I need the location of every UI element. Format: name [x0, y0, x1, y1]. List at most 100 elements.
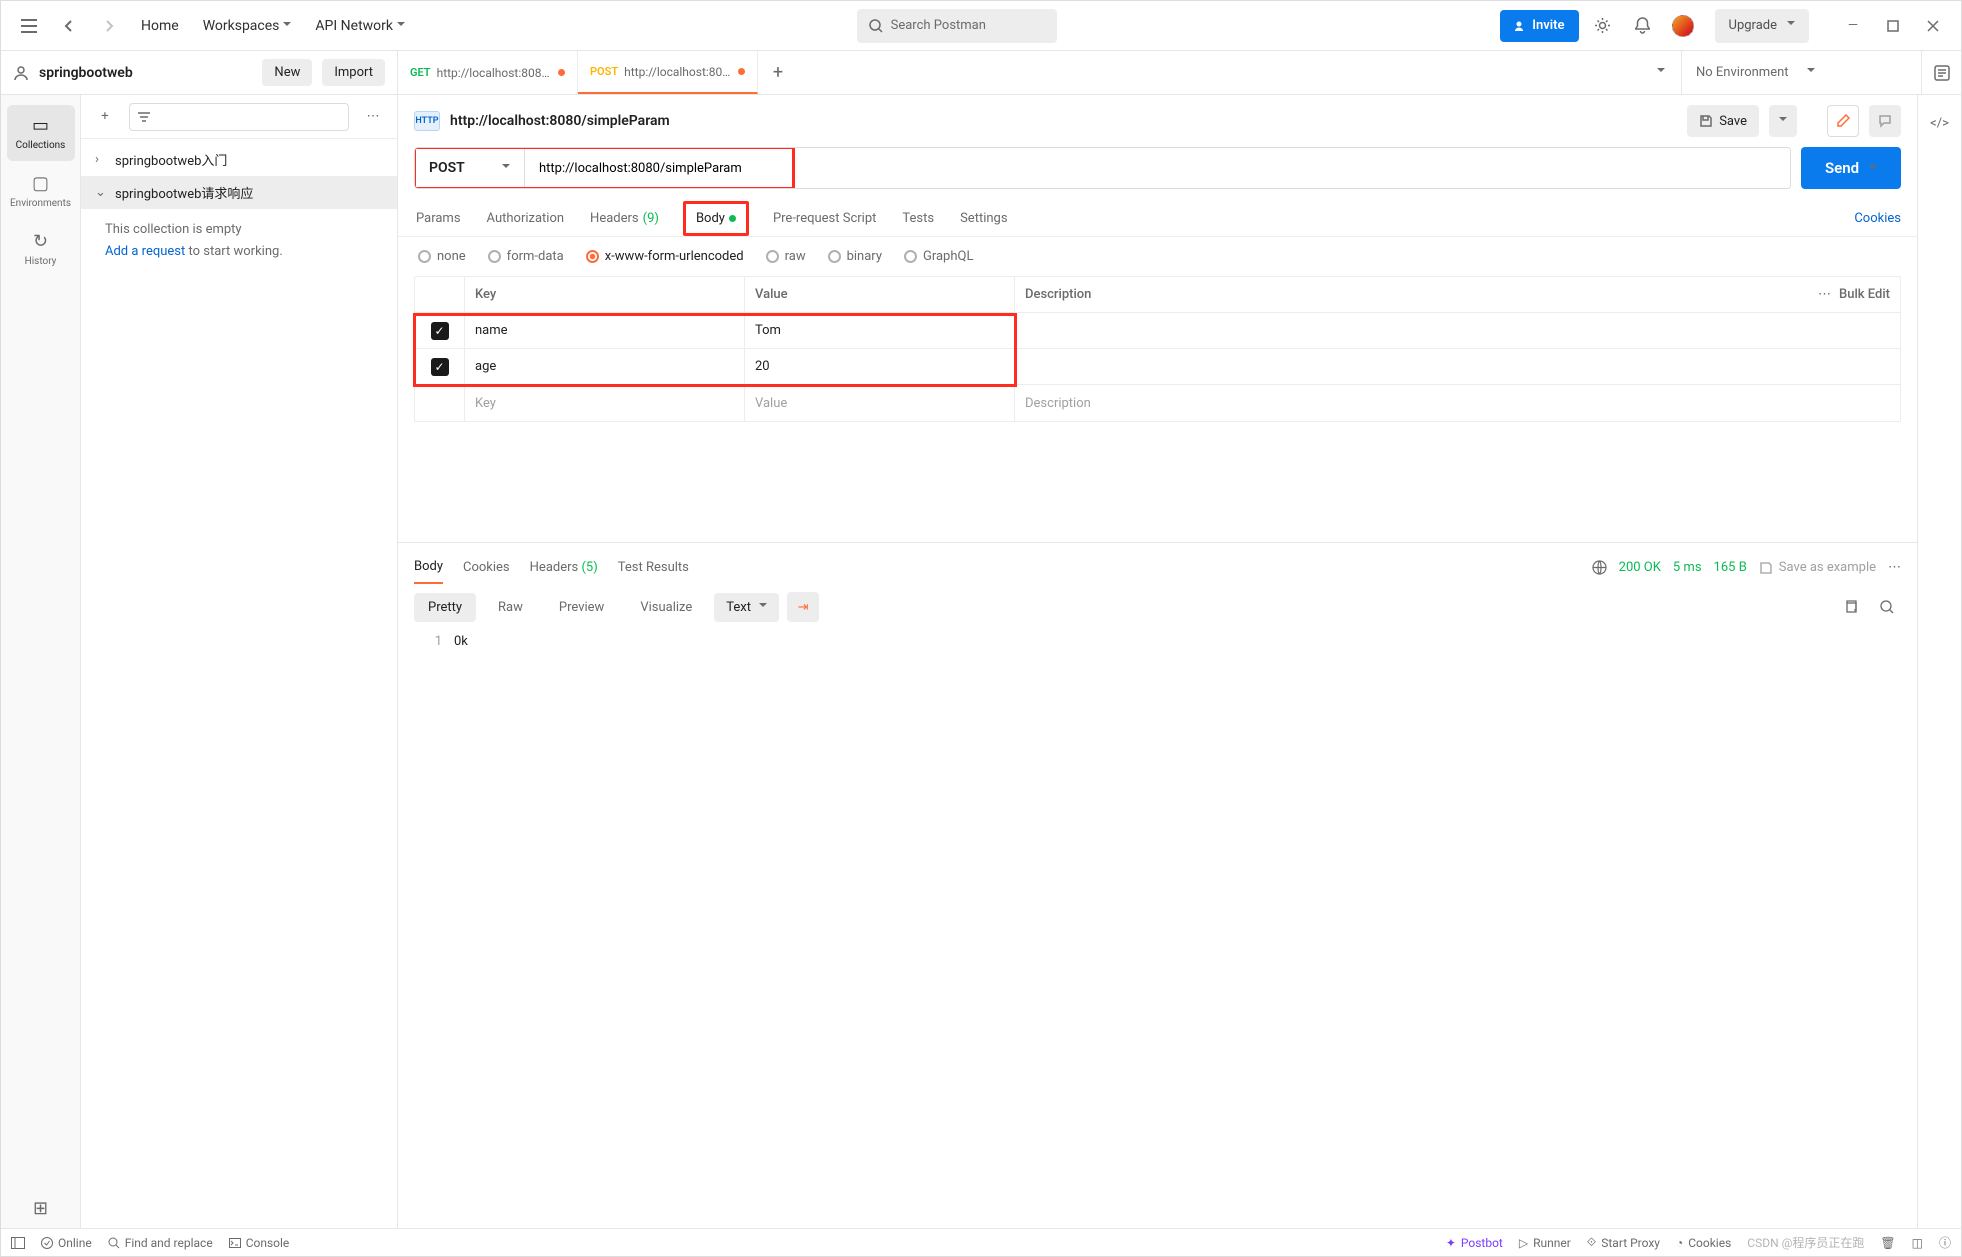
rail-collections[interactable]: ▭Collections — [7, 105, 75, 161]
back-icon[interactable] — [53, 10, 85, 42]
trash-icon[interactable]: 🗑 — [1880, 1234, 1895, 1251]
wrap-lines-icon[interactable]: ⇥ — [787, 592, 819, 622]
radio-formdata[interactable]: form-data — [488, 249, 564, 264]
nav-api-network[interactable]: API Network — [307, 12, 413, 40]
tab-prerequest[interactable]: Pre-request Script — [771, 201, 878, 236]
dirty-dot-icon — [558, 69, 565, 76]
code-icon[interactable]: </> — [1926, 109, 1954, 137]
search-response-icon[interactable] — [1873, 593, 1901, 621]
radio-graphql[interactable]: GraphQL — [904, 249, 973, 264]
start-proxy[interactable]: ⟐Start Proxy — [1587, 1234, 1660, 1251]
checkbox-icon[interactable]: ✓ — [431, 322, 449, 340]
new-tab-button[interactable]: + — [758, 51, 798, 94]
resp-tab-headers[interactable]: Headers (5) — [530, 552, 598, 583]
language-select[interactable]: Text — [714, 593, 779, 622]
tab-body[interactable]: Body — [683, 201, 749, 236]
view-pretty[interactable]: Pretty — [414, 593, 476, 622]
runner[interactable]: ▷Runner — [1519, 1234, 1571, 1251]
tree-item[interactable]: ›springbootweb入门 — [81, 143, 397, 176]
tab-get-request[interactable]: GET http://localhost:8080/si — [398, 51, 578, 94]
desc-cell[interactable] — [1015, 313, 1900, 348]
copy-icon[interactable] — [1837, 593, 1865, 621]
radio-urlencoded[interactable]: x-www-form-urlencoded — [586, 249, 744, 264]
more-icon[interactable]: ⋯ — [359, 103, 387, 131]
menu-icon[interactable] — [13, 10, 45, 42]
resp-tab-cookies[interactable]: Cookies — [463, 552, 510, 583]
nav-workspaces[interactable]: Workspaces — [195, 12, 300, 40]
view-raw[interactable]: Raw — [484, 593, 537, 622]
console[interactable]: Console — [229, 1236, 290, 1250]
resp-tab-tests[interactable]: Test Results — [618, 552, 689, 583]
status-online[interactable]: Online — [41, 1236, 92, 1250]
key-cell[interactable]: age — [465, 349, 745, 384]
checkbox-icon[interactable]: ✓ — [431, 358, 449, 376]
avatar[interactable] — [1667, 10, 1699, 42]
settings-icon[interactable] — [1587, 10, 1619, 42]
value-input[interactable]: Value — [745, 385, 1015, 421]
layout-icon[interactable]: ◫ — [1912, 1234, 1923, 1251]
response-body[interactable]: 1 0k — [398, 630, 1917, 1228]
tab-post-request[interactable]: POST http://localhost:8080/s — [578, 51, 758, 94]
radio-none[interactable]: none — [418, 249, 466, 264]
help-icon[interactable]: ⓘ — [1939, 1234, 1951, 1251]
url-input[interactable] — [525, 148, 1790, 188]
cookies-status[interactable]: ◔Cookies — [1676, 1234, 1731, 1251]
resp-tab-body[interactable]: Body — [414, 551, 443, 584]
sidebar-toggle-icon[interactable] — [11, 1237, 25, 1249]
chevron-down-icon — [502, 160, 510, 176]
view-preview[interactable]: Preview — [545, 593, 618, 622]
save-example-button[interactable]: Save as example — [1759, 560, 1876, 575]
tree-item[interactable]: ⌄springbootweb请求响应 — [81, 176, 397, 209]
tab-settings[interactable]: Settings — [958, 201, 1009, 236]
more-options-icon[interactable]: ⋯ — [1818, 287, 1831, 302]
tab-headers[interactable]: Headers (9) — [588, 201, 661, 236]
invite-button[interactable]: Invite — [1500, 10, 1578, 42]
tab-auth[interactable]: Authorization — [485, 201, 567, 236]
workspace-name[interactable]: springbootweb — [39, 65, 252, 81]
notifications-icon[interactable] — [1627, 10, 1659, 42]
radio-raw[interactable]: raw — [766, 249, 806, 264]
request-title[interactable]: http://localhost:8080/simpleParam — [450, 113, 1677, 129]
desc-input[interactable]: Description — [1015, 385, 1900, 421]
desc-cell[interactable] — [1015, 349, 1900, 384]
method-select[interactable]: POST — [415, 148, 525, 188]
tab-params[interactable]: Params — [414, 201, 463, 236]
filter-icon[interactable] — [129, 103, 349, 131]
view-visualize[interactable]: Visualize — [626, 593, 706, 622]
radio-binary[interactable]: binary — [828, 249, 882, 264]
postbot[interactable]: ✦Postbot — [1446, 1234, 1503, 1251]
rail-environments[interactable]: ▢Environments — [7, 163, 75, 219]
rail-more[interactable]: ⊞ — [7, 1188, 75, 1228]
env-quicklook-icon[interactable] — [1921, 51, 1961, 94]
minimize-icon[interactable]: — — [1837, 10, 1869, 42]
save-button[interactable]: Save — [1687, 105, 1759, 137]
tabs-dropdown[interactable] — [1641, 51, 1681, 94]
rail-history[interactable]: ↻History — [7, 221, 75, 277]
key-cell[interactable]: name — [465, 313, 745, 348]
value-cell[interactable]: 20 — [745, 349, 1015, 384]
save-dropdown[interactable] — [1769, 105, 1797, 137]
bulk-edit-link[interactable]: Bulk Edit — [1839, 287, 1890, 302]
key-input[interactable]: Key — [465, 385, 745, 421]
add-request-link[interactable]: Add a request — [105, 244, 185, 259]
new-button[interactable]: New — [262, 59, 312, 86]
global-search[interactable]: Search Postman — [857, 9, 1057, 43]
add-icon[interactable]: + — [91, 103, 119, 131]
tab-tests[interactable]: Tests — [900, 201, 936, 236]
forward-icon[interactable] — [93, 10, 125, 42]
find-replace[interactable]: Find and replace — [108, 1236, 213, 1250]
nav-home[interactable]: Home — [133, 12, 187, 40]
import-button[interactable]: Import — [322, 59, 385, 86]
send-button[interactable]: Send — [1801, 147, 1901, 189]
environment-selector[interactable]: No Environment — [1681, 51, 1921, 94]
maximize-icon[interactable] — [1877, 10, 1909, 42]
comment-icon[interactable] — [1869, 105, 1901, 137]
edit-icon[interactable] — [1827, 105, 1859, 137]
value-cell[interactable]: Tom — [745, 313, 1015, 348]
upgrade-button[interactable]: Upgrade — [1715, 9, 1809, 43]
cookies-link[interactable]: Cookies — [1854, 201, 1901, 236]
more-icon[interactable]: ⋯ — [1888, 560, 1901, 575]
globe-icon[interactable] — [1592, 560, 1607, 575]
close-icon[interactable] — [1917, 10, 1949, 42]
search-icon — [108, 1237, 120, 1249]
